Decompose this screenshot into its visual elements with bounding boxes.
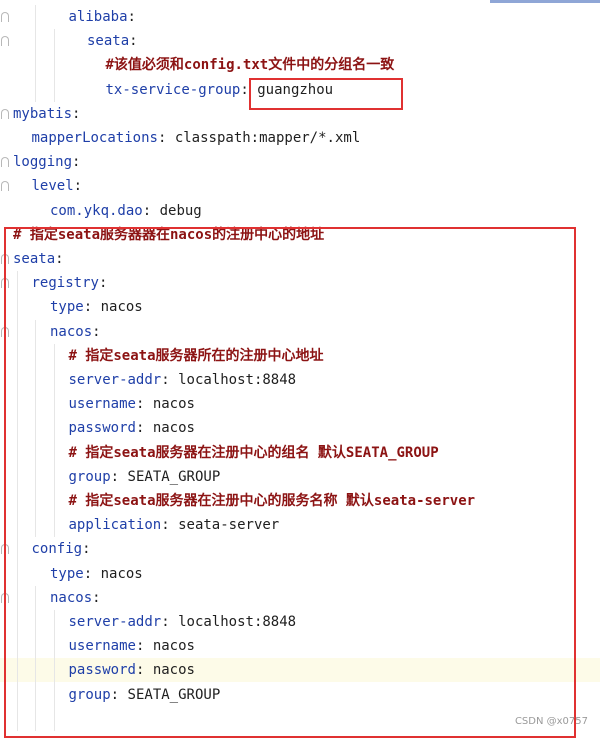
indent-guide — [35, 5, 36, 102]
fold-marker-icon[interactable] — [1, 181, 9, 192]
yaml-key: seata — [87, 33, 130, 50]
code-line[interactable]: level: — [0, 174, 600, 198]
yaml-separator: : — [127, 9, 136, 25]
yaml-key: com.ykq.dao — [50, 202, 143, 219]
indent-guide — [54, 29, 55, 102]
code-line-text: logging: — [13, 150, 80, 174]
yaml-separator: : — [72, 154, 81, 171]
code-line-text: level: — [32, 174, 83, 198]
csdn-watermark: CSDN @x0757 — [514, 716, 588, 727]
yaml-key: logging — [13, 154, 73, 171]
code-line[interactable]: com.ykq.dao: debug — [0, 199, 600, 223]
editor-tab-indicator — [490, 0, 600, 3]
yaml-key: mybatis — [13, 105, 73, 122]
highlight-box-group-value — [249, 78, 403, 110]
yaml-key: mapperLocations — [31, 130, 158, 146]
highlight-box-seata-config — [4, 227, 576, 738]
yaml-separator: : — [142, 202, 152, 219]
code-line[interactable]: seata: — [0, 29, 600, 53]
yaml-separator: : — [240, 81, 249, 98]
yaml-value: debug — [159, 202, 202, 219]
yaml-key: alibaba — [68, 9, 128, 25]
fold-marker-icon[interactable] — [1, 108, 9, 119]
code-line-text: mapperLocations: classpath:mapper/*.xml — [32, 126, 361, 150]
code-line-text: com.ykq.dao: debug — [50, 199, 202, 223]
code-line-text: mybatis: — [13, 102, 80, 126]
code-line-text: alibaba: — [69, 5, 136, 29]
yaml-separator: : — [72, 105, 81, 122]
yaml-value: classpath:mapper/*.xml — [174, 130, 361, 146]
yaml-key: tx-service-group — [105, 81, 241, 98]
fold-marker-icon[interactable] — [1, 36, 9, 47]
code-line[interactable]: #该值必须和config.txt文件中的分组名一致 — [0, 53, 600, 77]
yaml-separator: : — [129, 33, 138, 50]
code-line-text: #该值必须和config.txt文件中的分组名一致 — [106, 53, 395, 77]
fold-marker-icon[interactable] — [1, 157, 9, 168]
code-editor[interactable]: alibaba: seata: #该值必须和config.txt文件中的分组名一致 t… — [0, 0, 600, 739]
fold-marker-icon[interactable] — [1, 12, 9, 22]
yaml-separator: : — [73, 178, 83, 195]
code-line[interactable]: logging: — [0, 150, 600, 174]
code-line[interactable]: mapperLocations: classpath:mapper/*.xml — [0, 126, 600, 150]
code-line-text: seata: — [87, 29, 138, 53]
code-line[interactable]: alibaba: — [0, 5, 600, 29]
code-comment: #该值必须和config.txt文件中的分组名一致 — [105, 57, 395, 74]
yaml-key: level — [31, 178, 74, 195]
